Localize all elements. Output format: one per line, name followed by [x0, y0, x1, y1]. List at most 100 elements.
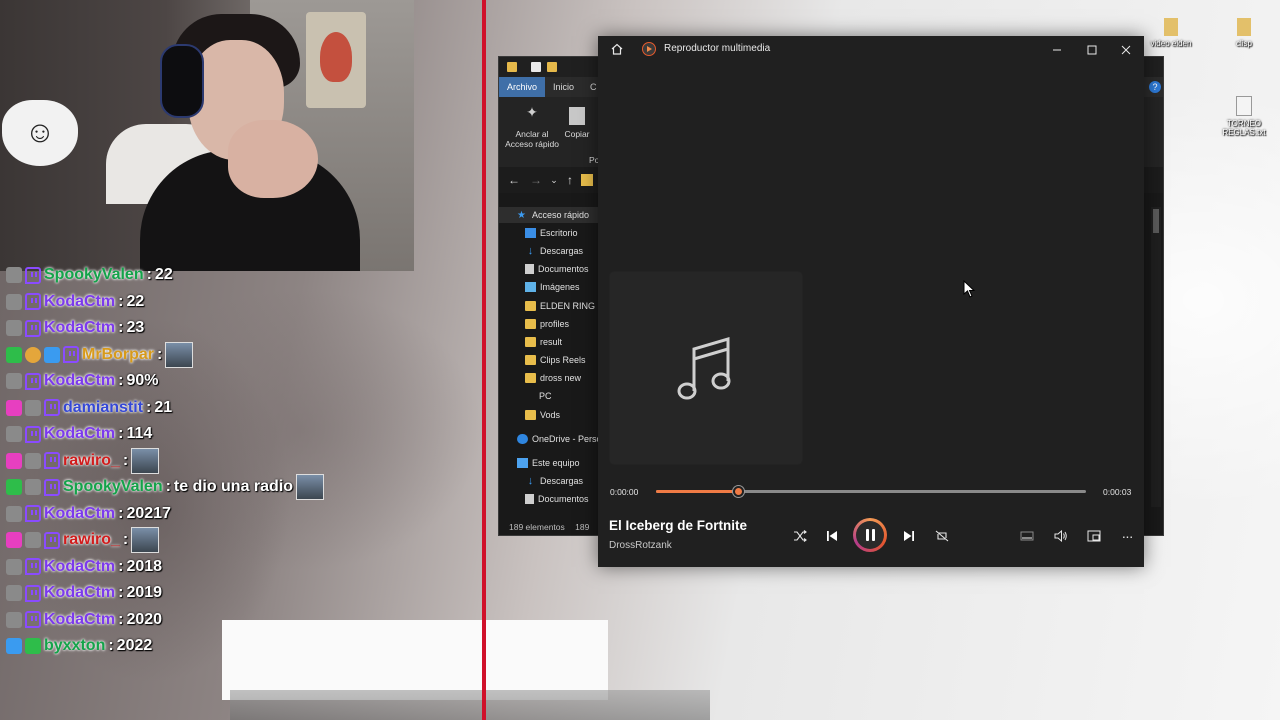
desktop-icon-torneo[interactable]: TORNEO REGLAS.txt	[1216, 96, 1272, 137]
tree-item[interactable]: ★ Acceso rápido	[499, 207, 599, 223]
more-icon: ···	[1121, 528, 1134, 544]
repeat-button[interactable]	[932, 526, 952, 546]
webcam-streamer-hand	[228, 120, 318, 198]
folder-icon	[525, 373, 536, 383]
tree-item[interactable]: dross new	[525, 370, 581, 386]
tree-item[interactable]: profiles	[525, 316, 569, 332]
tree-item[interactable]: PC	[539, 388, 552, 404]
chat-separator: :	[122, 451, 129, 469]
text-file-icon	[1236, 96, 1252, 116]
tree-item[interactable]: OneDrive - Perso	[517, 431, 602, 447]
pin-quick-access-button[interactable]: ✦ Anclar al Acceso rápido	[505, 105, 559, 149]
media-player-window[interactable]: Reproductor multimedia 0:00:00 0:00:03 E…	[598, 36, 1144, 567]
chat-message: KodaCtm:2019	[6, 581, 162, 605]
item-count-detail: 189	[575, 522, 590, 532]
chat-username: KodaCtm	[44, 372, 116, 389]
chat-message-text: 20217	[126, 504, 171, 522]
maximize-button[interactable]	[1080, 40, 1104, 60]
tree-item[interactable]: Imágenes	[525, 279, 580, 295]
twitch-badge-icon	[25, 505, 41, 522]
tree-item-label: Documentos	[538, 264, 589, 274]
tree-item[interactable]: Este equipo	[517, 455, 580, 471]
copy-button[interactable]: Copiar	[561, 107, 593, 139]
chat-username: KodaCtm	[44, 425, 116, 442]
tree-item[interactable]: Documentos	[525, 491, 589, 507]
previous-button[interactable]	[822, 526, 842, 546]
webcam-poster	[306, 12, 366, 108]
chat-username: rawiro_	[63, 451, 120, 469]
chat-message: SpookyValen: te dio una radio	[6, 474, 325, 500]
minimize-button[interactable]	[1045, 40, 1069, 60]
item-count: 189 elementos	[509, 522, 565, 532]
tab-archivo[interactable]: Archivo	[499, 77, 546, 97]
cast-button[interactable]	[1084, 526, 1104, 546]
chat-username: KodaCtm	[44, 610, 116, 628]
twitch-badge-icon	[25, 319, 41, 337]
close-button[interactable]	[1114, 40, 1138, 60]
home-icon[interactable]	[610, 42, 624, 56]
new-folder-icon[interactable]	[547, 62, 557, 72]
chat-username: MrBorpar	[82, 345, 155, 363]
properties-icon[interactable]	[531, 62, 541, 72]
pause-button[interactable]	[853, 518, 887, 552]
gray-badge-icon	[6, 611, 22, 628]
chat-message-text: 2020	[126, 610, 163, 628]
chat-message-text: 114	[126, 425, 153, 442]
tree-item[interactable]: Vods	[525, 407, 560, 423]
shuffle-icon	[794, 530, 807, 542]
miniplayer-button[interactable]	[1017, 526, 1037, 546]
forward-arrow-icon[interactable]: →	[527, 171, 545, 189]
seek-bar-thumb[interactable]	[732, 486, 744, 497]
chat-message: KodaCtm:22	[6, 290, 144, 314]
desktop-icon-label: clisp	[1235, 39, 1252, 48]
twitch-badge-icon	[25, 293, 41, 310]
tab-inicio[interactable]: Inicio	[545, 77, 582, 97]
tree-item[interactable]: Clips Reels	[525, 352, 586, 368]
back-arrow-icon[interactable]: ←	[505, 171, 523, 189]
tree-item[interactable]: Escritorio	[525, 225, 578, 241]
up-arrow-icon[interactable]: ↑	[561, 171, 579, 189]
close-icon	[1121, 45, 1131, 55]
chat-message-text: 2022	[116, 637, 153, 654]
tree-item[interactable]: ↓ Descargas	[525, 243, 583, 259]
volume-button[interactable]	[1051, 526, 1071, 546]
star-icon: ★	[517, 210, 526, 221]
twitch-badge-icon	[44, 399, 60, 416]
chat-message: rawiro_:	[6, 447, 160, 474]
gray-badge-icon	[6, 585, 22, 601]
seek-bar[interactable]	[656, 486, 1086, 497]
tree-item[interactable]: ELDEN RING	[525, 298, 595, 314]
next-button[interactable]	[899, 526, 919, 546]
chat-message-text: 23	[126, 319, 145, 336]
tree-item[interactable]: ↓ Descargas	[525, 473, 583, 489]
total-time: 0:00:03	[1103, 487, 1132, 497]
chat-message: rawiro_:	[6, 527, 160, 553]
tree-item-label: Descargas	[540, 476, 584, 486]
more-button[interactable]: ···	[1117, 526, 1137, 546]
folder-icon	[525, 355, 536, 365]
tree-item-label: Escritorio	[540, 228, 578, 238]
twitch-badge-icon	[25, 372, 41, 390]
tree-item[interactable]: Documentos	[525, 261, 589, 277]
chat-message-text: 2018	[126, 557, 163, 575]
chat-emote-icon	[131, 527, 160, 553]
chat-message-text: 2019	[126, 584, 163, 601]
green-badge-icon	[6, 346, 22, 363]
shuffle-button[interactable]	[790, 526, 810, 546]
desktop-icon-label: TORNEO REGLAS.txt	[1222, 119, 1266, 137]
desktop-icon-video-elden[interactable]: video elden	[1143, 18, 1199, 48]
twitch-badge-icon	[44, 452, 60, 469]
song-title[interactable]: El Iceberg de Fortnite	[609, 518, 747, 533]
help-icon[interactable]: ?	[1149, 81, 1161, 93]
tree-item[interactable]: result	[525, 334, 562, 350]
song-artist[interactable]: DrossRotzank	[609, 540, 672, 551]
player-titlebar[interactable]: Reproductor multimedia	[598, 36, 1144, 62]
next-icon	[904, 531, 914, 541]
maximize-icon	[1087, 45, 1097, 55]
desktop-icon-clisp[interactable]: clisp	[1216, 18, 1272, 48]
chat-separator: :	[146, 266, 152, 283]
pink-badge-icon	[6, 532, 22, 548]
repeat-off-icon	[935, 530, 949, 542]
explorer-scrollbar[interactable]	[1151, 207, 1161, 507]
chat-username: KodaCtm	[44, 557, 116, 575]
